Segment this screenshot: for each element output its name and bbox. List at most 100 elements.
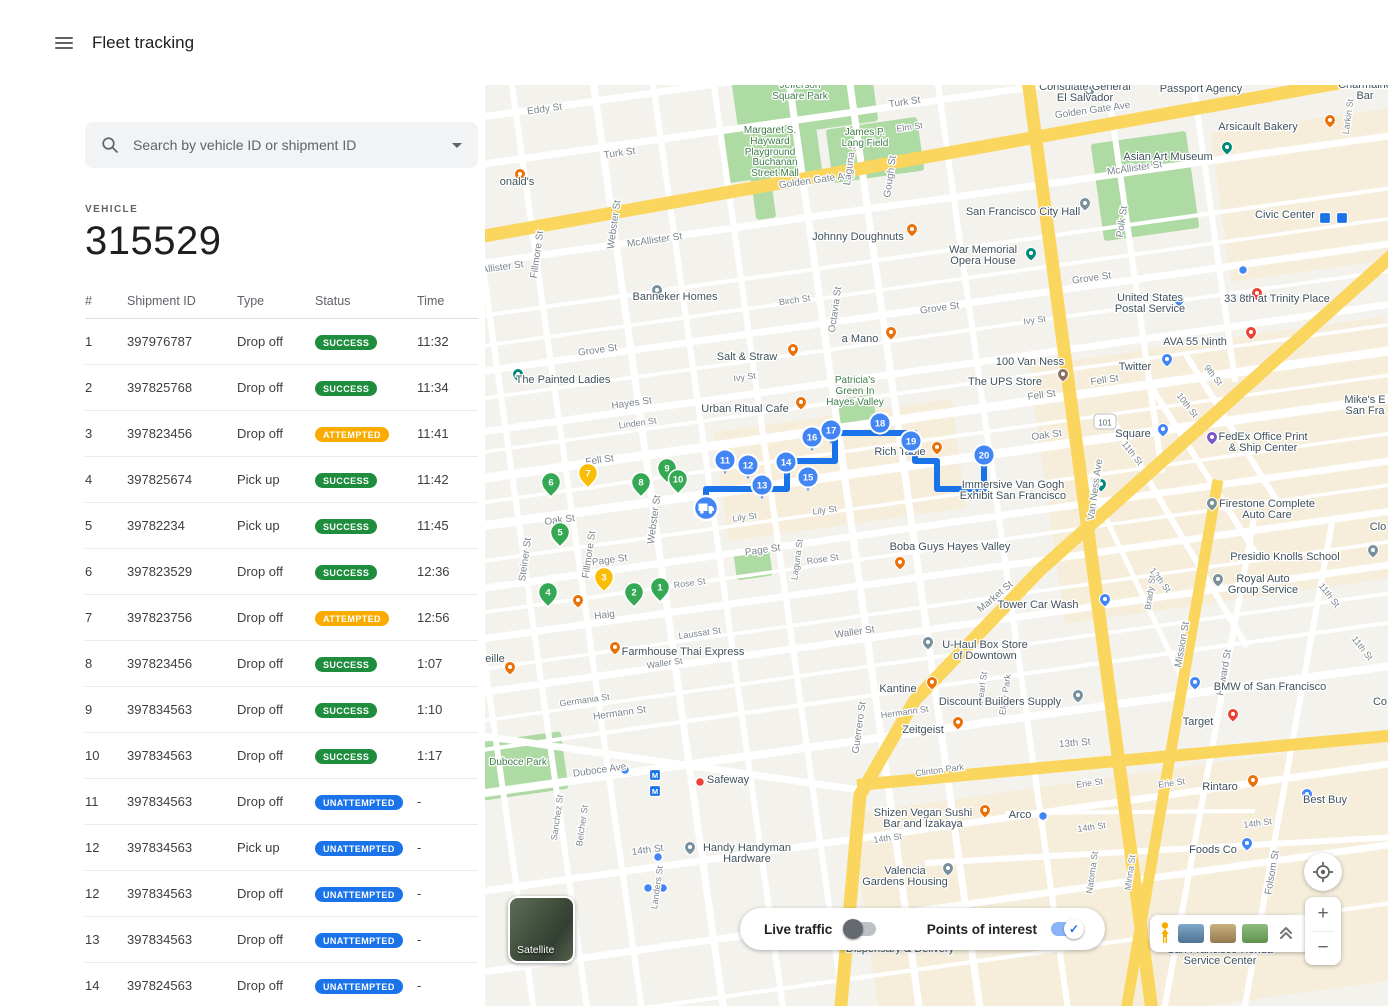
row-status: UNATTEMPTED xyxy=(315,963,417,1006)
status-badge: UNATTEMPTED xyxy=(315,841,403,856)
map-label: a Mano xyxy=(842,333,879,345)
table-row[interactable]: 4 397825674 Pick up SUCCESS 11:42 xyxy=(85,457,478,503)
satellite-toggle[interactable]: Satellite xyxy=(508,896,575,963)
svg-text:6: 6 xyxy=(548,478,553,489)
row-number: 9 xyxy=(85,687,127,733)
svg-text:9: 9 xyxy=(664,464,669,475)
row-shipment-id: 397823756 xyxy=(127,595,237,641)
svg-text:101: 101 xyxy=(1098,419,1112,428)
zoom-control: + − xyxy=(1305,897,1341,965)
svg-text:7: 7 xyxy=(585,469,590,480)
row-shipment-id: 397976787 xyxy=(127,319,237,365)
table-row[interactable]: 2 397825768 Drop off SUCCESS 11:34 xyxy=(85,365,478,411)
row-time: 11:32 xyxy=(417,319,478,365)
photo-thumbnail[interactable] xyxy=(1210,924,1236,943)
points-of-interest-toggle[interactable] xyxy=(1051,922,1081,936)
row-type: Drop off xyxy=(237,319,315,365)
table-row[interactable]: 8 397823456 Drop off SUCCESS 1:07 xyxy=(85,641,478,687)
table-row[interactable]: 13 397834563 Drop off UNATTEMPTED - xyxy=(85,917,478,963)
zoom-in-button[interactable]: + xyxy=(1305,897,1341,931)
poi-marker-icon: M xyxy=(650,770,661,781)
row-type: Drop off xyxy=(237,641,315,687)
map-label: Johnny Doughnuts xyxy=(812,231,904,243)
svg-text:19: 19 xyxy=(906,437,917,448)
row-shipment-id: 397834563 xyxy=(127,871,237,917)
photo-bar xyxy=(1150,915,1310,952)
row-type: Drop off xyxy=(237,411,315,457)
table-row[interactable]: 3 397823456 Drop off ATTEMPTED 11:41 xyxy=(85,411,478,457)
vehicle-search[interactable] xyxy=(85,122,478,168)
table-row[interactable]: 7 397823756 Drop off ATTEMPTED 12:56 xyxy=(85,595,478,641)
row-time: 11:45 xyxy=(417,503,478,549)
row-type: Drop off xyxy=(237,549,315,595)
status-badge: SUCCESS xyxy=(315,703,377,718)
svg-text:13: 13 xyxy=(757,481,768,492)
zoom-out-button[interactable]: − xyxy=(1305,932,1341,966)
row-shipment-id: 397823529 xyxy=(127,549,237,595)
photo-thumbnail[interactable] xyxy=(1242,924,1268,943)
row-time: 11:41 xyxy=(417,411,478,457)
table-row[interactable]: 6 397823529 Drop off SUCCESS 12:36 xyxy=(85,549,478,595)
pegman-icon[interactable] xyxy=(1158,921,1172,947)
svg-text:14: 14 xyxy=(781,458,792,469)
map-label: Immersive Van GoghExhibit San Francisco xyxy=(960,479,1066,502)
table-row[interactable]: 9 397834563 Drop off SUCCESS 1:10 xyxy=(85,687,478,733)
map-label: Arco xyxy=(1009,809,1032,821)
live-traffic-toggle[interactable] xyxy=(846,922,876,936)
status-badge: ATTEMPTED xyxy=(315,427,389,442)
row-status: UNATTEMPTED xyxy=(315,871,417,917)
poi-marker-icon xyxy=(1239,266,1248,275)
row-status: SUCCESS xyxy=(315,365,417,411)
table-row[interactable]: 11 397834563 Drop off UNATTEMPTED - xyxy=(85,779,478,825)
row-type: Drop off xyxy=(237,595,315,641)
row-status: UNATTEMPTED xyxy=(315,825,417,871)
map-label: James P.Lang Field xyxy=(842,127,889,149)
svg-text:4: 4 xyxy=(545,588,551,599)
table-row[interactable]: 10 397834563 Drop off SUCCESS 1:17 xyxy=(85,733,478,779)
row-shipment-id: 397825674 xyxy=(127,457,237,503)
map-label: JeffersonSquare Park xyxy=(772,85,829,102)
map-container: 101MMEddy StTurk StTurk StElm StGolden G… xyxy=(485,85,1388,1006)
vehicle-marker[interactable] xyxy=(694,496,718,520)
table-row[interactable]: 12 397834563 Pick up UNATTEMPTED - xyxy=(85,825,478,871)
satellite-label: Satellite xyxy=(517,944,554,956)
map-label: Best Buy xyxy=(1303,794,1348,806)
row-time: - xyxy=(417,871,478,917)
row-time: 1:10 xyxy=(417,687,478,733)
row-type: Pick up xyxy=(237,457,315,503)
row-status: SUCCESS xyxy=(315,319,417,365)
map-label: United StatesPostal Service xyxy=(1115,292,1185,315)
map-label: Presidio Knolls School xyxy=(1230,551,1339,563)
search-input[interactable] xyxy=(131,136,440,154)
map-canvas[interactable]: 101MMEddy StTurk StTurk StElm StGolden G… xyxy=(485,85,1388,1006)
collapse-chevron-icon[interactable] xyxy=(1276,923,1296,945)
table-row[interactable]: 1 397976787 Drop off SUCCESS 11:32 xyxy=(85,319,478,365)
my-location-button[interactable] xyxy=(1304,853,1342,891)
row-status: SUCCESS xyxy=(315,503,417,549)
status-badge: SUCCESS xyxy=(315,657,377,672)
row-number: 6 xyxy=(85,549,127,595)
row-type: Pick up xyxy=(237,503,315,549)
menu-icon[interactable] xyxy=(52,31,76,55)
table-row[interactable]: 5 39782234 Pick up SUCCESS 11:45 xyxy=(85,503,478,549)
map-label: Passport Agency xyxy=(1160,85,1243,95)
row-type: Drop off xyxy=(237,779,315,825)
map-label: Asian Art Museum xyxy=(1123,151,1212,163)
sidebar: VEHICLE 315529 # Shipment ID Type Status… xyxy=(0,85,485,1006)
row-time: 12:56 xyxy=(417,595,478,641)
map-label: Co xyxy=(1373,696,1387,708)
status-badge: SUCCESS xyxy=(315,473,377,488)
map-label: Royal AutoGroup Service xyxy=(1228,573,1298,596)
table-row[interactable]: 12 397834563 Drop off UNATTEMPTED - xyxy=(85,871,478,917)
map-label: eille xyxy=(485,653,505,665)
map-label: 100 Van Ness xyxy=(996,356,1065,368)
row-number: 1 xyxy=(85,319,127,365)
map-label: Salt & Straw xyxy=(717,351,778,363)
status-badge: UNATTEMPTED xyxy=(315,933,403,948)
row-status: ATTEMPTED xyxy=(315,411,417,457)
row-shipment-id: 397825768 xyxy=(127,365,237,411)
photo-thumbnail[interactable] xyxy=(1178,924,1204,943)
chevron-down-icon[interactable] xyxy=(452,143,462,148)
app-header: Fleet tracking xyxy=(0,0,1388,85)
table-row[interactable]: 14 397824563 Drop off UNATTEMPTED - xyxy=(85,963,478,1006)
